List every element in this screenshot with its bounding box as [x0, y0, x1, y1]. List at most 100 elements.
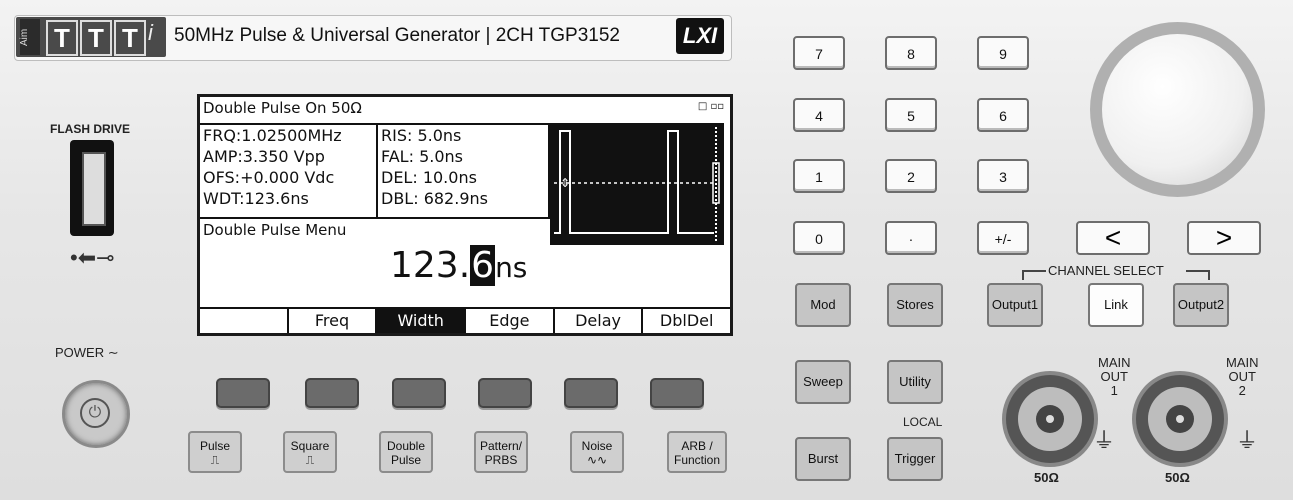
power-icon: ⏻	[80, 398, 110, 428]
bnc-pin	[1176, 415, 1184, 423]
param-delay: DEL: 10.0ns	[381, 168, 477, 187]
param-width: WDT:123.6ns	[203, 189, 309, 208]
ground-icon: ⏚	[1093, 428, 1116, 453]
param-offset: OFS:+0.000 Vdc	[203, 168, 335, 187]
cursor-left-button[interactable]: <	[1076, 221, 1150, 255]
main-out-2-connector[interactable]	[1136, 375, 1224, 463]
main-out-1-label: MAIN OUT 1	[1098, 355, 1131, 398]
usb-slot	[82, 152, 106, 226]
param-fall: FAL: 5.0ns	[381, 147, 463, 166]
param-frequency: FRQ:1.02500MHz	[203, 126, 342, 145]
noise-wave-icon: ∿∿	[586, 453, 608, 467]
pattern-prbs-button[interactable]: Pattern/ PRBS	[474, 431, 528, 473]
power-button[interactable]: ⏻	[62, 380, 130, 448]
edit-value: 123.6ns	[390, 245, 527, 286]
key-4[interactable]: 4	[793, 98, 845, 132]
edit-value-main: 123.	[390, 245, 471, 286]
logo-letter: T	[114, 20, 146, 56]
key-3[interactable]: 3	[977, 159, 1029, 193]
softkey-button-1[interactable]	[216, 378, 270, 408]
key-plus-minus[interactable]: +/-	[977, 221, 1029, 255]
usb-icon: •⬅⊸	[70, 245, 115, 270]
channel-select-label: CHANNEL SELECT	[1048, 263, 1164, 278]
main-out-1-connector[interactable]	[1006, 375, 1094, 463]
softkey-label-1	[200, 309, 289, 333]
double-pulse-button[interactable]: Double Pulse	[379, 431, 433, 473]
impedance-label-1: 50Ω	[1034, 470, 1059, 485]
pulse-wave-icon: ⎍	[210, 453, 220, 467]
channel-indicator-icon: □ ▫▫	[697, 101, 724, 112]
trigger-button[interactable]: Trigger	[887, 437, 943, 481]
noise-label: Noise	[581, 439, 613, 453]
key-6[interactable]: 6	[977, 98, 1029, 132]
edit-value-unit: ns	[495, 251, 528, 284]
noise-button[interactable]: Noise ∿∿	[570, 431, 624, 473]
square-label: Square	[290, 439, 330, 453]
link-button[interactable]: Link	[1088, 283, 1144, 327]
aim-logo-text: Aim	[19, 19, 40, 55]
waveform-graphic: ⇕	[554, 127, 720, 241]
power-label: POWER ∼	[55, 345, 119, 360]
svg-text:⇕: ⇕	[560, 176, 570, 190]
pulse-button[interactable]: Pulse ⎍	[188, 431, 242, 473]
usb-port[interactable]	[70, 140, 114, 236]
square-button[interactable]: Square ⎍	[283, 431, 337, 473]
main-out-2-label: MAIN OUT 2	[1226, 355, 1259, 398]
pulse-label: Pulse	[199, 439, 231, 453]
waveform-preview: ⇕	[550, 123, 724, 245]
arb-function-button[interactable]: ARB / Function	[667, 431, 727, 473]
channel-select-bracket-left	[1022, 270, 1046, 280]
sweep-button[interactable]: Sweep	[795, 360, 851, 404]
softkey-button-3[interactable]	[392, 378, 446, 408]
burst-button[interactable]: Burst	[795, 437, 851, 481]
channel-select-bracket-right	[1186, 270, 1210, 280]
param-amplitude: AMP:3.350 Vpp	[203, 147, 325, 166]
key-2[interactable]: 2	[885, 159, 937, 193]
key-0[interactable]: 0	[793, 221, 845, 255]
cursor-right-button[interactable]: >	[1187, 221, 1261, 255]
logo-letter: T	[46, 20, 78, 56]
edit-cursor-digit: 6	[470, 245, 496, 286]
utility-button[interactable]: Utility	[887, 360, 943, 404]
lxi-badge: LXI	[676, 18, 724, 54]
display-separator	[200, 217, 550, 219]
key-9[interactable]: 9	[977, 36, 1029, 70]
bnc-pin	[1046, 415, 1054, 423]
param-double-delay: DBL: 682.9ns	[381, 189, 488, 208]
impedance-label-2: 50Ω	[1165, 470, 1190, 485]
softkey-button-4[interactable]	[478, 378, 532, 408]
output1-button[interactable]: Output1	[987, 283, 1043, 327]
lcd-display: Double Pulse On 50Ω □ ▫▫ FRQ:1.02500MHz …	[197, 94, 733, 336]
softkey-label-dbldel: DblDel	[659, 311, 714, 330]
display-title: Double Pulse On 50Ω	[203, 99, 362, 117]
stores-button[interactable]: Stores	[887, 283, 943, 327]
softkey-button-6[interactable]	[650, 378, 704, 408]
menu-title: Double Pulse Menu	[203, 221, 347, 239]
logo-letter: T	[80, 20, 112, 56]
key-8[interactable]: 8	[885, 36, 937, 70]
params-left: FRQ:1.02500MHz AMP:3.350 Vpp OFS:+0.000 …	[200, 123, 378, 219]
param-rise: RIS: 5.0ns	[381, 126, 462, 145]
key-decimal[interactable]: ·	[885, 221, 937, 255]
params-mid: RIS: 5.0ns FAL: 5.0ns DEL: 10.0ns DBL: 6…	[378, 123, 550, 219]
output2-button[interactable]: Output2	[1173, 283, 1229, 327]
key-1[interactable]: 1	[793, 159, 845, 193]
local-label: LOCAL	[903, 415, 943, 429]
softkey-label-delay: Delay	[555, 309, 644, 333]
rotary-knob-face	[1102, 34, 1253, 185]
rotary-knob[interactable]	[1090, 22, 1265, 197]
softkey-button-5[interactable]	[564, 378, 618, 408]
ground-icon: ⏚	[1236, 428, 1259, 453]
tti-logo: Aim T T T i	[16, 17, 166, 57]
mod-button[interactable]: Mod	[795, 283, 851, 327]
flash-drive-label: FLASH DRIVE	[50, 122, 131, 136]
square-wave-icon: ⎍	[305, 453, 315, 467]
softkey-label-width: Width	[377, 309, 467, 333]
softkey-labels: Freq Width Edge Delay DblDel	[200, 307, 730, 333]
softkey-button-2[interactable]	[305, 378, 359, 408]
model-title: 50MHz Pulse & Universal Generator | 2CH …	[174, 25, 620, 46]
front-panel: Aim T T T i 50MHz Pulse & Universal Gene…	[0, 0, 1293, 500]
logo-i: i	[148, 20, 153, 45]
key-5[interactable]: 5	[885, 98, 937, 132]
key-7[interactable]: 7	[793, 36, 845, 70]
